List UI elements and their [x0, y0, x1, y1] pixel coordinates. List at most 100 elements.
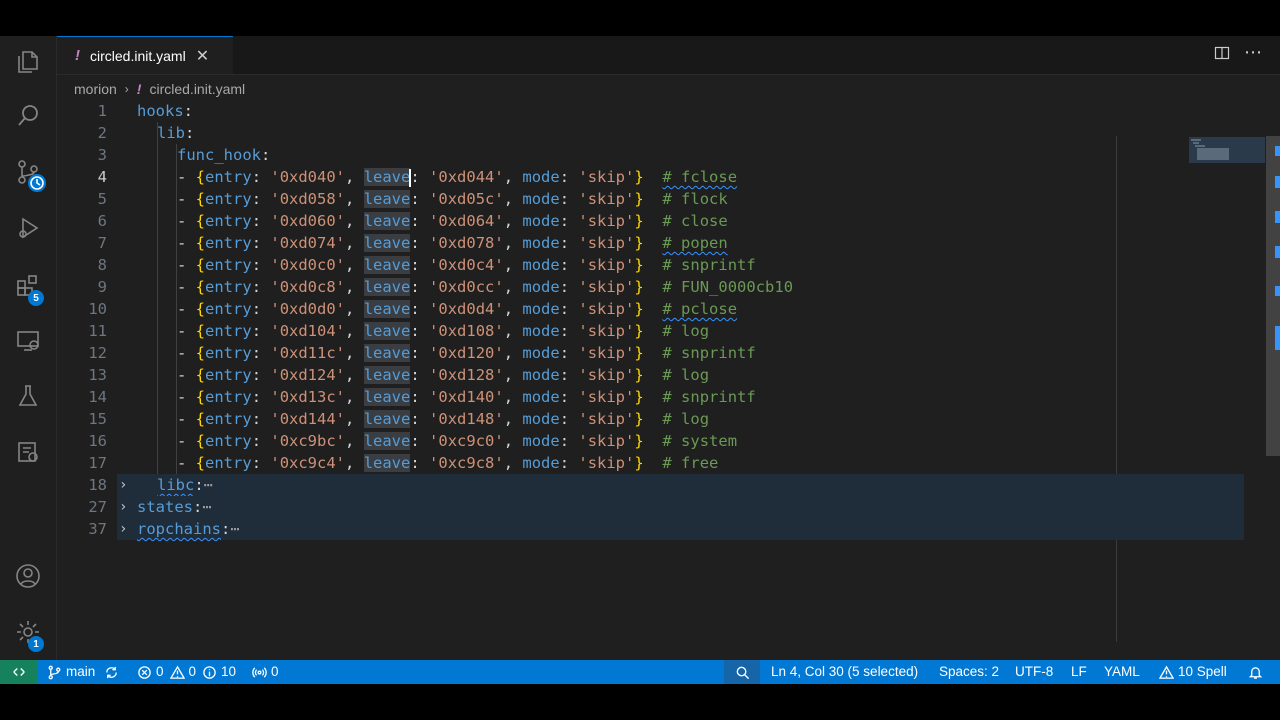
punct: , [345, 366, 364, 384]
brace: } [634, 366, 644, 384]
punct: , [345, 212, 364, 230]
spell-status[interactable]: 10 Spell [1159, 660, 1227, 684]
breadcrumb-folder[interactable]: morion [74, 81, 117, 97]
brace: { [195, 256, 206, 274]
leave-value: '0xd108' [429, 322, 504, 340]
punct [644, 432, 663, 450]
brace: } [634, 432, 644, 450]
comment: # snprintf [662, 344, 756, 362]
info-icon [203, 665, 216, 679]
code-editor[interactable]: 1 2 3 4 5 6 7 8 9 10 11 12 13 14 15 16 17 18 27 37 hooks: lib… [57, 100, 1280, 660]
remote-explorer-icon[interactable] [0, 317, 56, 365]
punct: : [559, 410, 579, 428]
extensions-icon[interactable]: 5 [0, 262, 56, 310]
split-editor-icon[interactable] [1214, 45, 1230, 66]
leave-key: leave [363, 190, 411, 208]
testing-icon[interactable] [0, 372, 56, 420]
leave-value: '0xc9c0' [429, 432, 504, 450]
yaml-key: mode [522, 432, 560, 450]
manage-gear-icon[interactable]: 1 [0, 608, 56, 656]
line-number: 12 [88, 344, 107, 362]
remote-indicator[interactable] [0, 660, 38, 684]
code-line: ropchains:⋯ [137, 518, 240, 540]
punct: , [503, 168, 523, 186]
punct [644, 366, 663, 384]
overview-marker [1275, 286, 1280, 296]
punct: : [410, 212, 430, 230]
zoom-search-icon[interactable] [724, 660, 760, 684]
yaml-key: entry [205, 322, 252, 340]
brace: } [634, 454, 644, 472]
end-of-line[interactable]: LF [1071, 660, 1087, 684]
entry-value: '0xd040' [270, 168, 346, 186]
punct: : [410, 388, 430, 406]
punct: : [559, 344, 579, 362]
brace: } [634, 278, 644, 296]
entry-value: '0xc9bc' [270, 432, 346, 450]
ports-status[interactable]: 0 [252, 660, 279, 684]
yaml-file-icon: ! [75, 47, 80, 64]
editor-ruler [1116, 136, 1117, 642]
encoding[interactable]: UTF-8 [1015, 660, 1053, 684]
more-actions-icon[interactable]: ⋯ [1244, 42, 1262, 63]
indentation[interactable]: Spaces: 2 [939, 660, 999, 684]
mode-value: 'skip' [578, 410, 635, 428]
entry-value: '0xd104' [270, 322, 346, 340]
brace: { [195, 190, 206, 208]
overview-marker [1275, 246, 1280, 258]
brace: } [634, 344, 644, 362]
source-control-icon[interactable] [0, 148, 56, 196]
leave-key: leave [363, 300, 411, 318]
punct: - [177, 366, 196, 384]
branch-status[interactable]: main [47, 660, 95, 684]
account-icon[interactable] [0, 552, 56, 600]
cursor-position[interactable]: Ln 4, Col 30 (5 selected) [771, 660, 918, 684]
code-line: - {entry: '0xd040', leave: '0xd044', mod… [177, 166, 737, 188]
chevron-right-icon[interactable]: › [119, 518, 131, 540]
breadcrumb-file[interactable]: circled.init.yaml [149, 81, 245, 97]
tab-circled-init-yaml[interactable]: ! circled.init.yaml ✕ [57, 36, 233, 74]
brace: { [195, 454, 206, 472]
punct: : [410, 190, 430, 208]
folded-region-highlight [117, 496, 1244, 518]
minimap[interactable] [1189, 137, 1265, 163]
mode-value: 'skip' [578, 212, 635, 230]
explorer-icon[interactable] [0, 38, 56, 86]
brace: } [634, 190, 644, 208]
punct: : [251, 432, 271, 450]
yaml-key: entry [205, 410, 252, 428]
punct: - [177, 454, 196, 472]
run-debug-icon[interactable] [0, 204, 56, 252]
mode-value: 'skip' [578, 234, 635, 252]
punct: - [177, 256, 196, 274]
chevron-right-icon[interactable]: › [119, 496, 131, 518]
chevron-right-icon[interactable]: › [119, 474, 131, 496]
brace: } [634, 256, 644, 274]
comment: # close [662, 212, 728, 230]
yaml-key: entry [205, 212, 252, 230]
punct: : [193, 498, 203, 516]
tab-close-icon[interactable]: ✕ [196, 46, 209, 66]
container-tools-icon[interactable] [0, 428, 56, 476]
punct: , [345, 388, 364, 406]
sync-icon[interactable] [104, 660, 123, 684]
fold-ellipsis: ⋯ [203, 476, 214, 494]
yaml-key: mode [522, 168, 560, 186]
punct: : [183, 102, 194, 120]
leave-value: '0xd0cc' [429, 278, 504, 296]
leave-key: leave [363, 388, 411, 406]
problems-status[interactable]: 0 0 10 [137, 660, 236, 684]
comment: # log [662, 366, 710, 384]
warning-count: 0 [188, 664, 197, 679]
search-icon[interactable] [0, 92, 56, 140]
comment: # fclose [662, 168, 738, 186]
punct: : [251, 388, 271, 406]
entry-value: '0xd13c' [270, 388, 346, 406]
notifications-bell-icon[interactable] [1248, 660, 1267, 684]
punct: , [503, 432, 523, 450]
language-mode[interactable]: YAML [1104, 660, 1140, 684]
extensions-badge: 5 [28, 290, 44, 306]
status-bar: main 0 0 10 0 Ln 4, Col 30 (5 selected) … [0, 660, 1280, 684]
punct: , [503, 278, 523, 296]
tab-label: circled.init.yaml [90, 47, 186, 64]
